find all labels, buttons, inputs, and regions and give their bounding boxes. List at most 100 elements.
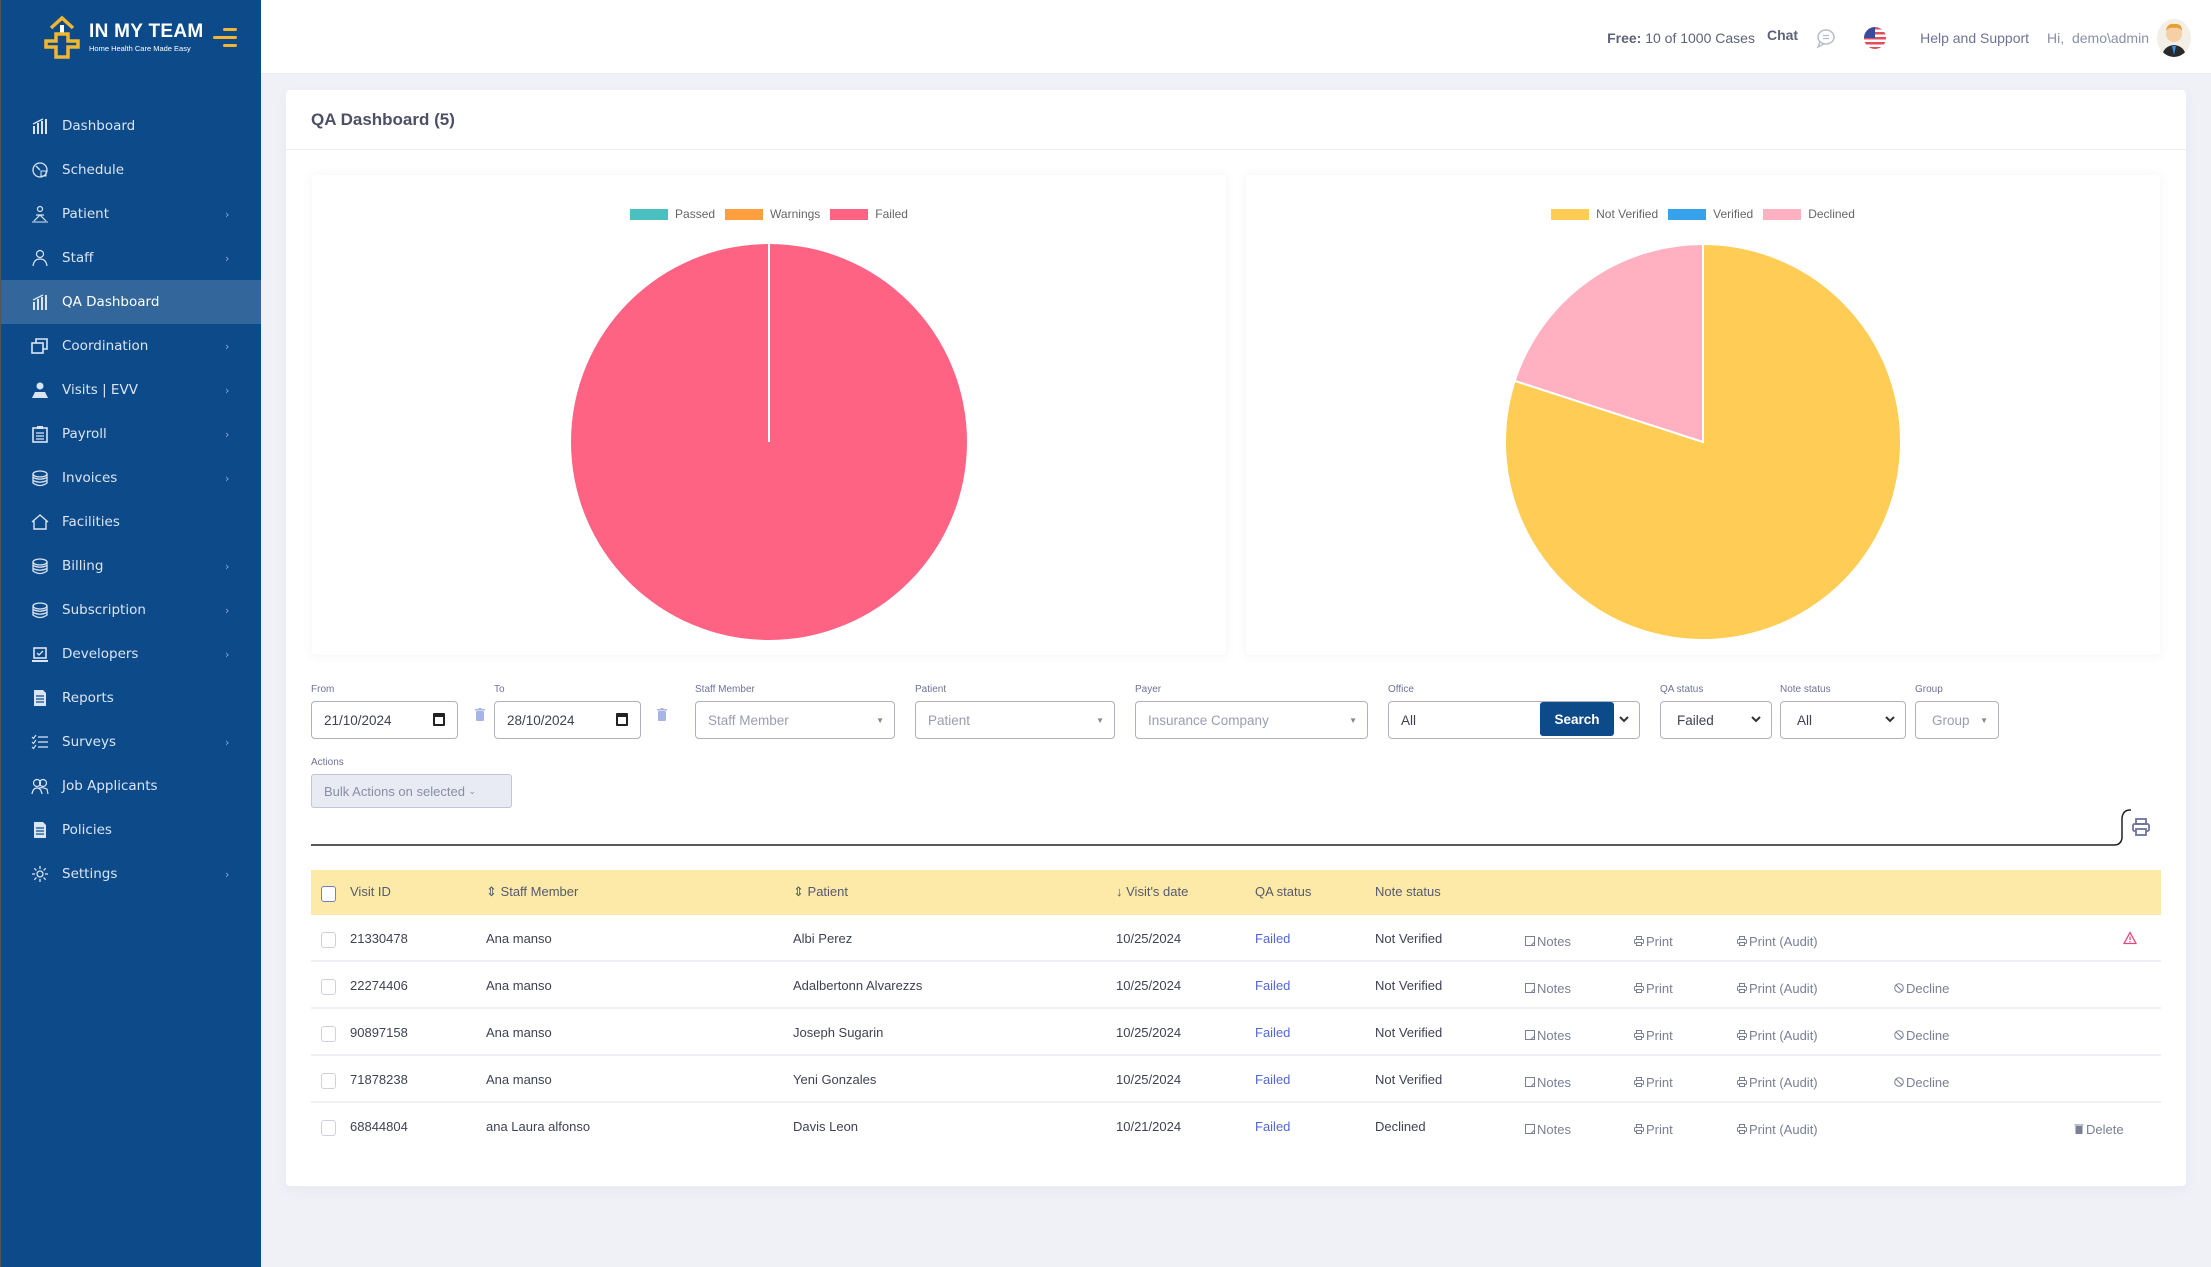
print-audit-button[interactable]: Print (Audit) xyxy=(1737,1028,1818,1043)
sidebar-item-label: Dashboard xyxy=(62,118,136,134)
help-support-link[interactable]: Help and Support xyxy=(1920,30,2029,46)
col-visit-id[interactable]: Visit ID xyxy=(350,884,391,899)
patient-select[interactable]: Patient ▼ xyxy=(915,701,1115,739)
print-button[interactable] xyxy=(2126,812,2156,842)
decline-button[interactable]: Decline xyxy=(1894,1028,1949,1043)
row-checkbox[interactable] xyxy=(321,1026,336,1042)
chat-bubble-icon[interactable] xyxy=(1814,27,1836,49)
qa-status-select[interactable]: Failed xyxy=(1660,701,1772,739)
printer-icon xyxy=(1634,1075,1644,1090)
sidebar-item-facilities[interactable]: Facilities xyxy=(1,500,261,544)
us-flag-icon[interactable] xyxy=(1864,27,1887,49)
user-avatar[interactable] xyxy=(2157,19,2191,57)
decline-button[interactable]: Decline xyxy=(1894,1075,1949,1090)
sidebar-item-developers[interactable]: Developers › xyxy=(1,632,261,676)
sidebar-item-qa-dashboard[interactable]: QA Dashboard xyxy=(1,280,261,324)
bulk-actions-dropdown[interactable]: Bulk Actions on selected ⌄ xyxy=(311,774,512,808)
row-checkbox[interactable] xyxy=(321,1120,336,1136)
print-audit-button[interactable]: Print (Audit) xyxy=(1737,981,1818,996)
clear-to-date-trash-icon[interactable] xyxy=(657,708,667,721)
delete-button[interactable]: Delete xyxy=(2074,1122,2124,1137)
warning-triangle-icon[interactable] xyxy=(2123,931,2137,945)
staff-member: ana Laura alfonso xyxy=(486,1119,591,1134)
printer-icon xyxy=(1634,934,1644,949)
sidebar-item-settings[interactable]: Settings › xyxy=(1,852,261,896)
visit-id: 22274406 xyxy=(350,978,408,993)
sidebar-item-surveys[interactable]: Surveys › xyxy=(1,720,261,764)
printer-icon xyxy=(1737,1028,1747,1043)
col-note-status[interactable]: Note status xyxy=(1375,884,1441,899)
print-button[interactable]: Print xyxy=(1634,1122,1673,1137)
sidebar-item-subscription[interactable]: Subscription › xyxy=(1,588,261,632)
sidebar-item-payroll[interactable]: Payroll › xyxy=(1,412,261,456)
decline-button[interactable]: Decline xyxy=(1894,981,1949,996)
row-checkbox[interactable] xyxy=(321,1073,336,1089)
print-audit-button[interactable]: Print (Audit) xyxy=(1737,1122,1818,1137)
clear-from-date-trash-icon[interactable] xyxy=(475,708,485,721)
checklist-icon xyxy=(31,733,49,751)
row-checkbox[interactable] xyxy=(321,932,336,948)
to-date-group: To 28/10/2024 xyxy=(494,683,641,739)
note-status-pie xyxy=(1504,242,1902,641)
sidebar-item-patient[interactable]: Patient › xyxy=(1,192,261,236)
select-all-checkbox[interactable] xyxy=(321,886,336,902)
sidebar-item-reports[interactable]: Reports xyxy=(1,676,261,720)
qa-status-link[interactable]: Failed xyxy=(1255,1119,1290,1134)
sidebar-item-invoices[interactable]: Invoices › xyxy=(1,456,261,500)
sidebar-item-coordination[interactable]: Coordination › xyxy=(1,324,261,368)
sidebar-item-dashboard[interactable]: Dashboard xyxy=(1,104,261,148)
note-status-select[interactable]: All xyxy=(1780,701,1906,739)
sidebar-item-staff[interactable]: Staff › xyxy=(1,236,261,280)
payer-select[interactable]: Insurance Company ▼ xyxy=(1135,701,1368,739)
col-patient[interactable]: ⇕ Patient xyxy=(793,884,848,900)
search-button[interactable]: Search xyxy=(1540,702,1614,736)
col-visit-date[interactable]: ↓ Visit's date xyxy=(1116,884,1188,899)
to-label: To xyxy=(494,684,505,695)
notes-button[interactable]: Notes xyxy=(1525,1075,1571,1090)
sidebar-item-job-applicants[interactable]: Job Applicants xyxy=(1,764,261,808)
chat-link[interactable]: Chat xyxy=(1767,27,1798,43)
staff-member-select[interactable]: Staff Member ▼ xyxy=(695,701,895,739)
qa-status-link[interactable]: Failed xyxy=(1255,931,1290,946)
notes-button[interactable]: Notes xyxy=(1525,934,1571,949)
print-button[interactable]: Print xyxy=(1634,934,1673,949)
user-greeting[interactable]: Hi, demo\admin xyxy=(2047,30,2149,46)
qa-status-link[interactable]: Failed xyxy=(1255,1072,1290,1087)
from-date-input[interactable]: 21/10/2024 xyxy=(311,701,458,739)
qa-status-link[interactable]: Failed xyxy=(1255,978,1290,993)
chevron-down-icon xyxy=(1751,716,1761,723)
print-button[interactable]: Print xyxy=(1634,1028,1673,1043)
col-qa-status[interactable]: QA status xyxy=(1255,884,1311,899)
patient-name: Adalbertonn Alvarezzs xyxy=(793,978,923,993)
note-status: Not Verified xyxy=(1375,1072,1443,1087)
calendar-icon[interactable] xyxy=(433,713,445,726)
to-date-input[interactable]: 28/10/2024 xyxy=(494,701,641,739)
payer-group: Payer Insurance Company ▼ xyxy=(1135,683,1368,739)
coins-icon xyxy=(31,557,49,575)
qa-status-link[interactable]: Failed xyxy=(1255,1025,1290,1040)
group-select[interactable]: Group ▼ xyxy=(1915,701,1999,739)
logo[interactable]: IN MY TEAM Home Health Care Made Easy xyxy=(41,14,204,60)
menu-toggle-button[interactable] xyxy=(211,26,237,48)
sidebar-item-label: QA Dashboard xyxy=(62,294,160,310)
sidebar-item-schedule[interactable]: Schedule xyxy=(1,148,261,192)
print-button[interactable]: Print xyxy=(1634,1075,1673,1090)
calendar-icon[interactable] xyxy=(616,713,628,726)
notes-button[interactable]: Notes xyxy=(1525,981,1571,996)
sidebar-item-visits-evv[interactable]: Visits | EVV › xyxy=(1,368,261,412)
note-status: Not Verified xyxy=(1375,1025,1443,1040)
staff-member: Ana manso xyxy=(486,978,552,993)
print-audit-button[interactable]: Print (Audit) xyxy=(1737,934,1818,949)
print-audit-button[interactable]: Print (Audit) xyxy=(1737,1075,1818,1090)
staff-member-label: Staff Member xyxy=(695,684,755,695)
print-button[interactable]: Print xyxy=(1634,981,1673,996)
sidebar-item-policies[interactable]: Policies xyxy=(1,808,261,852)
sidebar-item-label: Billing xyxy=(62,558,104,574)
sidebar-item-billing[interactable]: Billing › xyxy=(1,544,261,588)
notes-button[interactable]: Notes xyxy=(1525,1122,1571,1137)
notes-button[interactable]: Notes xyxy=(1525,1028,1571,1043)
note-status-group: Note status All xyxy=(1780,683,1906,739)
caret-down-icon: ▼ xyxy=(1980,715,1988,725)
row-checkbox[interactable] xyxy=(321,979,336,995)
col-staff-member[interactable]: ⇕ Staff Member xyxy=(486,884,578,900)
